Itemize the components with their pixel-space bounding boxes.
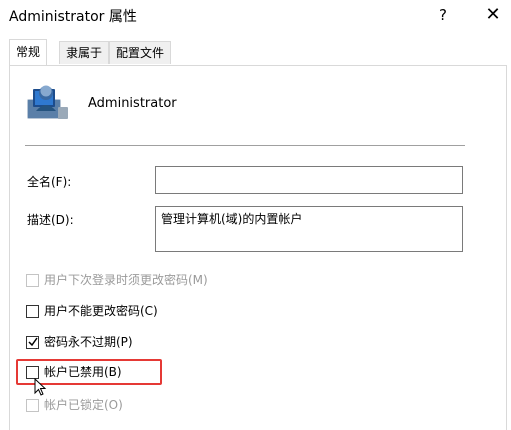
mouse-cursor-icon xyxy=(34,378,47,396)
checkbox-label: 帐户已禁用(B) xyxy=(44,365,122,379)
description-input[interactable]: 管理计算机(域)的内置帐户 xyxy=(155,206,463,252)
checkbox-label: 帐户已锁定(O) xyxy=(44,398,123,412)
fullname-input[interactable] xyxy=(155,166,463,194)
checkbox-box[interactable] xyxy=(26,305,39,318)
user-account-icon xyxy=(25,83,69,122)
title-bar: Administrator 属性 ? ✕ xyxy=(0,0,511,32)
checkbox-box[interactable] xyxy=(26,399,39,412)
checkbox-label: 用户下次登录时须更改密码(M) xyxy=(44,273,208,287)
separator xyxy=(25,145,465,146)
fullname-label: 全名(F): xyxy=(27,175,72,189)
checkbox-box[interactable] xyxy=(26,274,39,287)
checkbox-box[interactable] xyxy=(26,336,39,349)
window-title: Administrator 属性 xyxy=(9,9,137,25)
checkbox-label: 用户不能更改密码(C) xyxy=(44,304,158,318)
description-label: 描述(D): xyxy=(27,213,74,227)
checkbox-label: 密码永不过期(P) xyxy=(44,335,133,349)
checkmark-icon xyxy=(28,337,38,347)
tab-general[interactable]: 常规 xyxy=(9,39,48,65)
general-tab-panel: Administrator 全名(F): 描述(D): 管理计算机(域)的内置帐… xyxy=(9,65,507,430)
close-button[interactable]: ✕ xyxy=(482,4,504,26)
user-name: Administrator xyxy=(88,96,177,111)
help-button[interactable]: ? xyxy=(432,4,454,26)
tab-profile[interactable]: 配置文件 xyxy=(109,41,172,64)
tab-member-of[interactable]: 隶属于 xyxy=(59,41,110,64)
